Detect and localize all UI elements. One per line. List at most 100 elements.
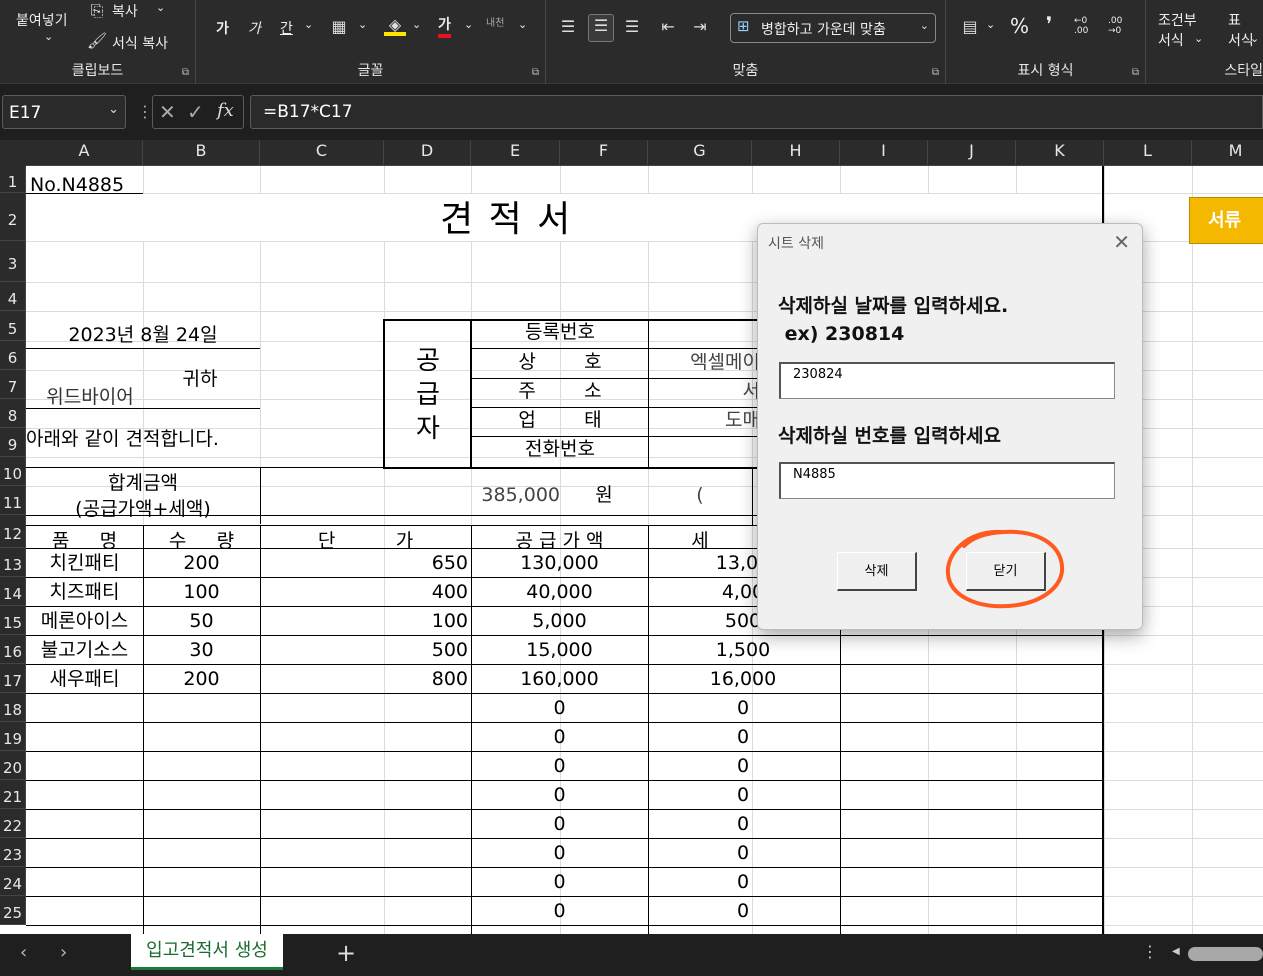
- underline-button[interactable]: 간: [280, 18, 293, 38]
- column-header[interactable]: A: [26, 140, 143, 166]
- column-header[interactable]: L: [1104, 140, 1192, 166]
- phonetic-dropdown-icon[interactable]: ⌄: [518, 18, 527, 31]
- prev-sheet-icon[interactable]: ‹: [20, 942, 27, 963]
- fill-color-icon[interactable]: ◈: [384, 14, 406, 36]
- column-header[interactable]: G: [648, 140, 752, 166]
- column-header[interactable]: H: [752, 140, 840, 166]
- table-dropdown-icon[interactable]: ⌄: [1250, 32, 1259, 45]
- conditional-dropdown-icon[interactable]: ⌄: [1194, 32, 1203, 45]
- column-header[interactable]: E: [471, 140, 560, 166]
- border-icon[interactable]: ▦: [328, 16, 350, 38]
- column-header[interactable]: D: [384, 140, 471, 166]
- column-header[interactable]: B: [143, 140, 260, 166]
- row-header[interactable]: 19: [0, 722, 26, 751]
- name-box[interactable]: E17 ⌄: [2, 95, 126, 129]
- row-header[interactable]: 22: [0, 809, 26, 838]
- formula-input[interactable]: =B17*C17: [250, 95, 1263, 129]
- row-header[interactable]: 18: [0, 693, 26, 722]
- row-header[interactable]: 2: [0, 193, 26, 241]
- row-header[interactable]: 15: [0, 606, 26, 635]
- delete-button[interactable]: 삭제: [837, 552, 917, 591]
- comma-button[interactable]: ❜: [1046, 12, 1052, 36]
- column-header[interactable]: C: [260, 140, 384, 166]
- table-format-label-1[interactable]: 표: [1228, 10, 1241, 30]
- format-painter-button[interactable]: 서식 복사: [112, 33, 168, 53]
- insert-function-icon[interactable]: fx: [217, 100, 234, 121]
- row-header[interactable]: 23: [0, 838, 26, 867]
- scroll-left-icon[interactable]: ◀: [1172, 946, 1180, 957]
- more-options-icon[interactable]: ⋮: [137, 102, 153, 121]
- clipboard-launcher-icon[interactable]: ⧉: [182, 67, 189, 78]
- accounting-dropdown-icon[interactable]: ⌄: [986, 18, 995, 31]
- font-color-dropdown-icon[interactable]: ⌄: [464, 18, 473, 31]
- row-header[interactable]: 25: [0, 896, 26, 925]
- row-header[interactable]: 1: [0, 166, 26, 193]
- row-header[interactable]: 10: [0, 457, 26, 486]
- paste-dropdown-icon[interactable]: ⌄: [44, 30, 53, 43]
- column-header[interactable]: F: [560, 140, 648, 166]
- percent-button[interactable]: %: [1010, 14, 1029, 38]
- phonetic-button[interactable]: 내천: [486, 14, 504, 29]
- column-header[interactable]: J: [928, 140, 1016, 166]
- row-header[interactable]: 7: [0, 370, 26, 399]
- paste-button[interactable]: 붙여넣기: [16, 10, 68, 30]
- merge-center-button[interactable]: ⊞ 병합하고 가운데 맞춤 ⌄: [730, 13, 936, 43]
- row-header[interactable]: 12: [0, 515, 26, 548]
- alignment-launcher-icon[interactable]: ⧉: [932, 67, 939, 78]
- font-launcher-icon[interactable]: ⧉: [532, 67, 539, 78]
- next-sheet-icon[interactable]: ›: [60, 942, 67, 963]
- row-header[interactable]: 4: [0, 282, 26, 311]
- italic-button[interactable]: 가: [248, 18, 261, 38]
- row-header[interactable]: 20: [0, 751, 26, 780]
- align-left-icon[interactable]: ☰: [556, 16, 580, 38]
- horizontal-scrollbar[interactable]: [1188, 947, 1263, 961]
- border-dropdown-icon[interactable]: ⌄: [358, 18, 367, 31]
- number-input[interactable]: N4885: [779, 462, 1115, 499]
- row-header[interactable]: 13: [0, 548, 26, 577]
- enter-icon[interactable]: ✓: [187, 100, 204, 124]
- row-header[interactable]: 11: [0, 486, 26, 515]
- date-input[interactable]: 230824: [779, 362, 1115, 399]
- increase-indent-icon[interactable]: ⇥: [688, 16, 712, 38]
- align-center-icon[interactable]: ☰: [588, 14, 614, 42]
- fill-dropdown-icon[interactable]: ⌄: [412, 18, 421, 31]
- select-all-corner[interactable]: [0, 140, 26, 166]
- increase-decimal-button[interactable]: ←0 .00: [1074, 16, 1100, 36]
- copy-button[interactable]: 복사: [112, 1, 138, 21]
- row-header[interactable]: 9: [0, 428, 26, 457]
- name-box-dropdown-icon[interactable]: ⌄: [108, 102, 119, 117]
- dialog-close-icon[interactable]: ✕: [1113, 230, 1130, 254]
- format-painter-icon[interactable]: 🖌: [86, 30, 108, 52]
- item-name: 새우패티: [49, 668, 120, 690]
- row-header[interactable]: 3: [0, 241, 26, 282]
- copy-icon[interactable]: ⎘: [86, 0, 108, 22]
- row-header[interactable]: 14: [0, 577, 26, 606]
- row-header[interactable]: 6: [0, 341, 26, 370]
- row-header[interactable]: 21: [0, 780, 26, 809]
- bold-button[interactable]: 가: [216, 18, 229, 38]
- underline-dropdown-icon[interactable]: ⌄: [304, 18, 313, 31]
- tab-options-icon[interactable]: ⋮: [1142, 942, 1158, 961]
- add-sheet-button[interactable]: +: [336, 939, 356, 967]
- row-header[interactable]: 24: [0, 867, 26, 896]
- row-header[interactable]: 5: [0, 311, 26, 341]
- number-launcher-icon[interactable]: ⧉: [1132, 67, 1139, 78]
- decrease-indent-icon[interactable]: ⇤: [656, 16, 680, 38]
- cancel-icon[interactable]: ✕: [159, 100, 176, 124]
- column-header[interactable]: M: [1192, 140, 1263, 166]
- decrease-decimal-button[interactable]: .00 →0: [1108, 16, 1134, 36]
- copy-dropdown-icon[interactable]: ⌄: [156, 1, 165, 14]
- conditional-format-label-2[interactable]: 서식: [1158, 30, 1184, 50]
- font-color-button[interactable]: 가: [438, 14, 451, 38]
- column-header[interactable]: I: [840, 140, 928, 166]
- sheet-tab-active[interactable]: 입고견적서 생성: [131, 934, 283, 970]
- row-header[interactable]: 8: [0, 399, 26, 428]
- row-header[interactable]: 16: [0, 635, 26, 664]
- row-header[interactable]: 17: [0, 664, 26, 693]
- supplier-label-char: 공: [416, 346, 440, 376]
- accounting-format-icon[interactable]: ▤: [958, 16, 982, 38]
- empty-supply: 0: [553, 726, 566, 748]
- conditional-format-label-1[interactable]: 조건부: [1158, 10, 1197, 30]
- column-header[interactable]: K: [1016, 140, 1104, 166]
- align-right-icon[interactable]: ☰: [620, 16, 644, 38]
